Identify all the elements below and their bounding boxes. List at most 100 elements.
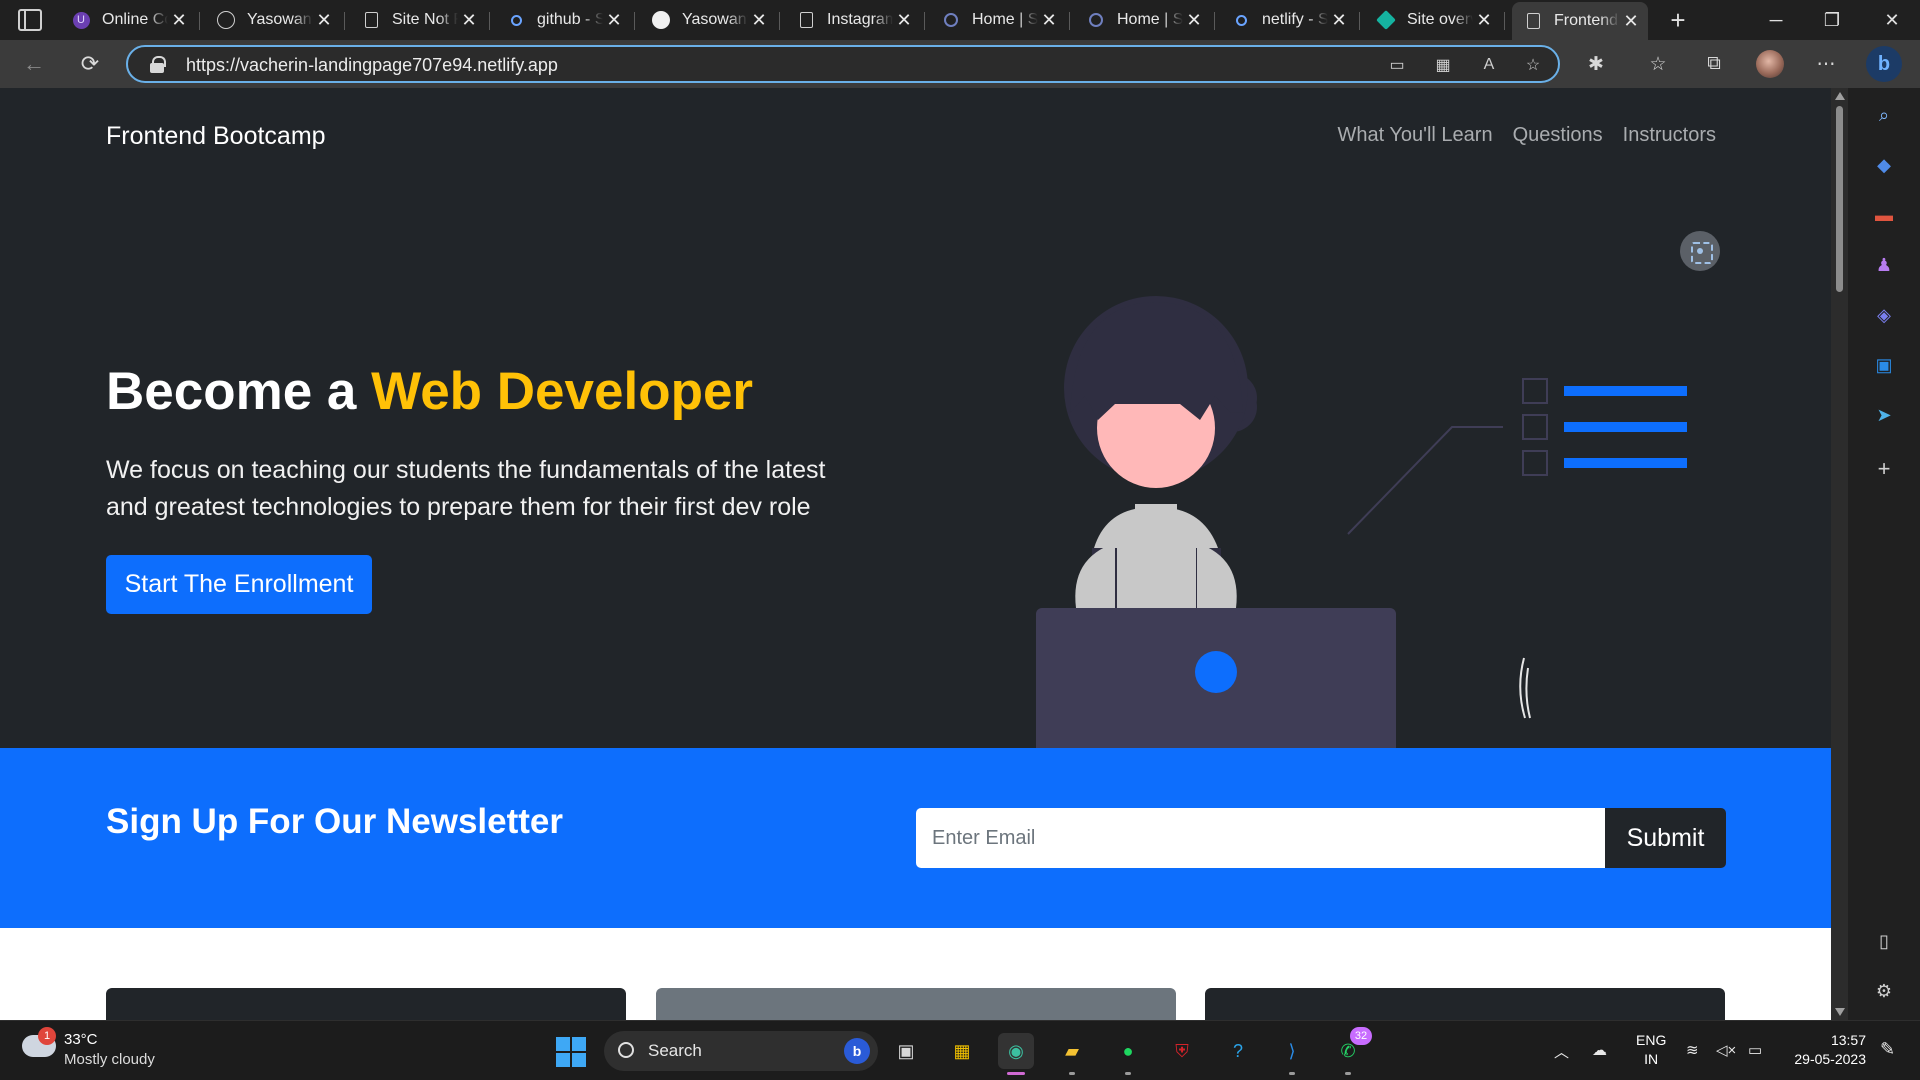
games-icon[interactable]: ♟: [1871, 252, 1897, 278]
weather-condition[interactable]: Mostly cloudy: [64, 1051, 155, 1068]
shopping-tag-icon[interactable]: ◆: [1871, 152, 1897, 178]
lock-icon[interactable]: [150, 56, 166, 73]
outlook-icon[interactable]: ▣: [1871, 352, 1897, 378]
close-tab-icon[interactable]: ✕: [168, 9, 190, 31]
navbar-brand[interactable]: Frontend Bootcamp: [106, 122, 326, 151]
more-menu-icon[interactable]: ⋯: [1812, 50, 1840, 78]
back-button[interactable]: ←: [18, 48, 50, 80]
read-aloud-icon[interactable]: A: [1478, 54, 1500, 76]
vscode-icon[interactable]: ⟩: [1274, 1033, 1310, 1075]
browser-tab[interactable]: Instagram ✕: [785, 4, 925, 36]
file-explorer-icon[interactable]: ▰: [1054, 1033, 1090, 1075]
close-tab-icon[interactable]: ✕: [458, 9, 480, 31]
favorites-icon[interactable]: ☆: [1644, 50, 1672, 78]
browser-tab[interactable]: U Online Co ✕: [60, 4, 200, 36]
browser-tab[interactable]: Site overv ✕: [1365, 4, 1505, 36]
task-view-icon[interactable]: ▣: [888, 1033, 924, 1069]
close-tab-icon[interactable]: ✕: [1620, 10, 1642, 32]
tools-icon[interactable]: ▬: [1871, 202, 1897, 228]
wifi-icon[interactable]: ≋: [1686, 1041, 1699, 1059]
microsoft-store-icon[interactable]: ▦: [944, 1033, 980, 1069]
onedrive-icon[interactable]: ☁: [1592, 1041, 1607, 1059]
tab-title: Home | S: [1117, 11, 1183, 28]
spotify-icon[interactable]: ●: [1110, 1033, 1146, 1075]
close-tab-icon[interactable]: ✕: [1328, 9, 1350, 31]
bing-icon: b: [844, 1038, 870, 1064]
microsoft-365-icon[interactable]: ◈: [1871, 302, 1897, 328]
help-icon[interactable]: ?: [1220, 1033, 1256, 1069]
nav-link-instructors[interactable]: Instructors: [1623, 124, 1716, 147]
start-enrollment-button[interactable]: Start The Enrollment: [106, 555, 372, 614]
close-tab-icon[interactable]: ✕: [1473, 9, 1495, 31]
hero-title-plain: Become a: [106, 362, 357, 421]
address-bar[interactable]: https://vacherin-landingpage707e94.netli…: [126, 45, 1560, 83]
browser-tab[interactable]: github - S ✕: [495, 4, 635, 36]
close-tab-icon[interactable]: ✕: [748, 9, 770, 31]
windows-taskbar: 1 33°C Mostly cloudy Search b ▣ ▦ ◉ ▰ ● …: [0, 1020, 1920, 1080]
add-sidebar-app-icon[interactable]: +: [1871, 456, 1897, 482]
tab-title: Home | S: [972, 11, 1038, 28]
restore-button[interactable]: ❐: [1804, 0, 1860, 40]
scroll-up-arrow-icon[interactable]: [1835, 92, 1845, 100]
edge-browser-icon[interactable]: ◉: [998, 1033, 1034, 1075]
close-tab-icon[interactable]: ✕: [313, 9, 335, 31]
newsletter-section: Sign Up For Our Newsletter Submit: [0, 748, 1831, 928]
bing-chat-icon[interactable]: b: [1866, 46, 1902, 82]
close-tab-icon[interactable]: ✕: [893, 9, 915, 31]
browser-tab[interactable]: Yasowant ✕: [640, 4, 780, 36]
qr-code-icon[interactable]: ▦: [1432, 54, 1454, 76]
extensions-icon[interactable]: ✱: [1582, 50, 1610, 78]
settings-icon[interactable]: ⚙: [1871, 978, 1897, 1004]
visual-search-icon[interactable]: [1680, 231, 1720, 271]
close-tab-icon[interactable]: ✕: [1038, 9, 1060, 31]
page-scrollbar[interactable]: [1831, 88, 1848, 1020]
close-tab-icon[interactable]: ✕: [603, 9, 625, 31]
language-indicator[interactable]: ENG IN: [1636, 1031, 1666, 1069]
scroll-thumb[interactable]: [1836, 106, 1843, 292]
weather-temperature[interactable]: 33°C: [64, 1031, 98, 1048]
mcafee-icon[interactable]: ⛨: [1164, 1033, 1200, 1069]
submit-button[interactable]: Submit: [1605, 808, 1726, 868]
browser-tab[interactable]: Yasowant ✕: [205, 4, 345, 36]
url-text[interactable]: https://vacherin-landingpage707e94.netli…: [186, 55, 558, 76]
taskbar-search[interactable]: Search b: [604, 1031, 878, 1071]
battery-icon[interactable]: ▭: [1748, 1041, 1762, 1059]
nav-link-questions[interactable]: Questions: [1513, 124, 1603, 147]
browser-tab[interactable]: Home | S ✕: [930, 4, 1070, 36]
app-available-icon[interactable]: ▭: [1386, 54, 1408, 76]
windows-start-icon[interactable]: [556, 1037, 586, 1067]
browser-tab-active[interactable]: Frontend ✕: [1512, 2, 1648, 40]
system-clock[interactable]: 13:57 29-05-2023: [1782, 1031, 1866, 1069]
minimize-button[interactable]: ─: [1748, 0, 1804, 40]
close-tab-icon[interactable]: ✕: [1183, 9, 1205, 31]
ring-icon: [942, 11, 960, 29]
nav-link-learn[interactable]: What You'll Learn: [1338, 124, 1493, 147]
profile-avatar[interactable]: [1756, 50, 1784, 78]
collections-icon[interactable]: ⧉: [1700, 50, 1728, 78]
browser-tab[interactable]: Site Not F ✕: [350, 4, 490, 36]
newsletter-title: Sign Up For Our Newsletter: [106, 802, 563, 841]
volume-muted-icon[interactable]: ◁×: [1716, 1041, 1736, 1059]
new-tab-button[interactable]: +: [1664, 5, 1692, 35]
whatsapp-icon[interactable]: ✆ 32: [1330, 1027, 1372, 1075]
ring-icon: [1087, 11, 1105, 29]
scroll-down-arrow-icon[interactable]: [1835, 1008, 1845, 1016]
hide-sidebar-icon[interactable]: ▯: [1871, 928, 1897, 954]
page-icon: [797, 11, 815, 29]
drop-icon[interactable]: ➤: [1871, 402, 1897, 428]
browser-toolbar: ← ⟳ https://vacherin-landingpage707e94.n…: [0, 40, 1920, 88]
refresh-button[interactable]: ⟳: [74, 48, 106, 80]
add-favorite-icon[interactable]: ☆: [1522, 54, 1544, 76]
whatsapp-badge: 32: [1350, 1027, 1372, 1045]
notification-icon[interactable]: ✎: [1880, 1039, 1895, 1060]
show-hidden-icons-icon[interactable]: ︿: [1554, 1041, 1569, 1062]
email-input[interactable]: [916, 808, 1606, 868]
browser-tab[interactable]: Home | S ✕: [1075, 4, 1215, 36]
tab-actions-icon[interactable]: [18, 9, 42, 31]
tab-title: netlify - S: [1262, 11, 1328, 28]
browser-tab[interactable]: netlify - S ✕: [1220, 4, 1360, 36]
close-window-button[interactable]: ✕: [1864, 0, 1920, 40]
edge-sidebar: ⌕ ◆ ▬ ♟ ◈ ▣ ➤ + ▯ ⚙: [1848, 88, 1920, 1020]
tab-title: Site overv: [1407, 11, 1473, 28]
search-icon[interactable]: ⌕: [1871, 102, 1897, 128]
